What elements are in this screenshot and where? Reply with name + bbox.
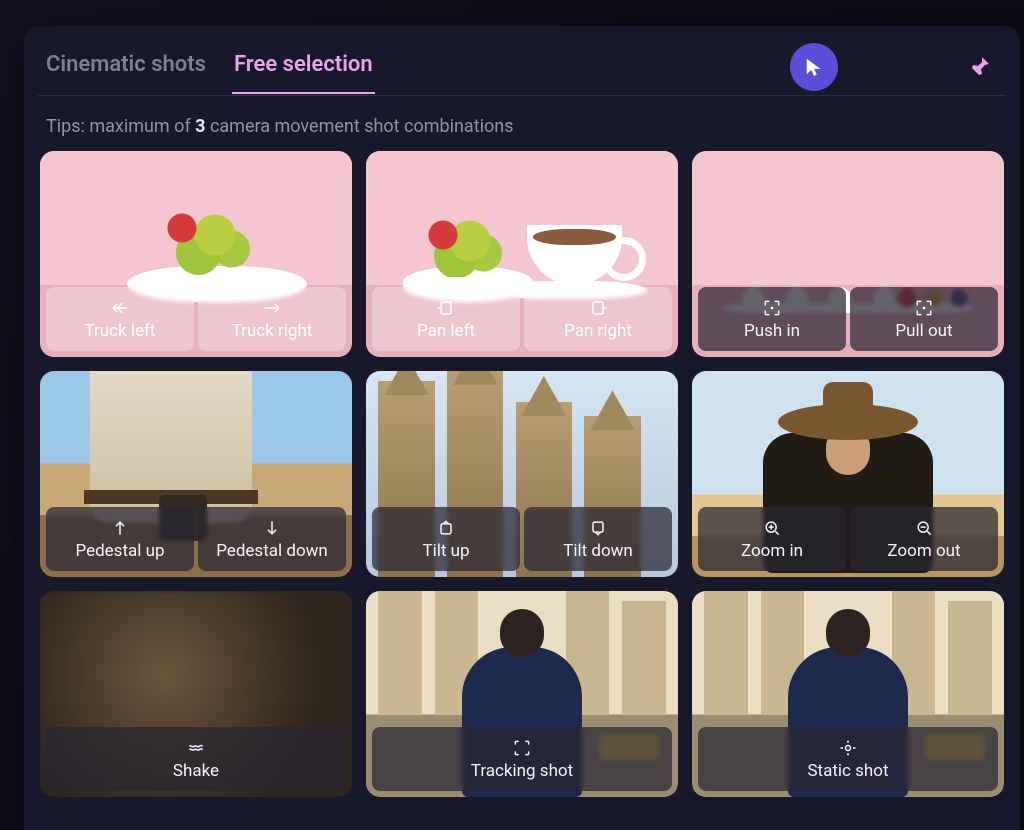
option-truck-right[interactable]: Truck right <box>198 287 346 351</box>
option-label: Truck right <box>232 321 313 341</box>
option-label: Pedestal down <box>216 541 328 561</box>
pull-out-icon <box>914 298 934 318</box>
pan-right-icon <box>588 298 608 318</box>
zoom-out-icon <box>914 518 934 538</box>
tilt-down-icon <box>588 518 608 538</box>
option-label: Truck left <box>84 321 155 341</box>
arrow-left-icon <box>110 298 130 318</box>
card-push-pull[interactable]: Push in Pull out <box>692 151 1004 357</box>
card-tilt[interactable]: Tilt up Tilt down <box>366 371 678 577</box>
option-label: Tracking shot <box>471 761 573 781</box>
card-pan[interactable]: Pan left Pan right <box>366 151 678 357</box>
tips-text: Tips: maximum of 3 camera movement shot … <box>38 96 1006 151</box>
option-overlay: Truck left Truck right <box>46 287 346 351</box>
option-zoom-in[interactable]: Zoom in <box>698 507 846 571</box>
tab-cinematic-shots[interactable]: Cinematic shots <box>44 42 208 93</box>
option-label: Push in <box>744 321 800 341</box>
arrow-right-icon <box>262 298 282 318</box>
option-tilt-down[interactable]: Tilt down <box>524 507 672 571</box>
push-in-icon <box>762 298 782 318</box>
option-overlay: Pedestal up Pedestal down <box>46 507 346 571</box>
option-label: Pan left <box>417 321 475 341</box>
option-zoom-out[interactable]: Zoom out <box>850 507 998 571</box>
tips-max-count: 3 <box>195 116 205 137</box>
option-shake[interactable]: Shake <box>46 727 346 791</box>
grid-row: Pedestal up Pedestal down Tilt up <box>40 371 1004 577</box>
card-truck[interactable]: Truck left Truck right <box>40 151 352 357</box>
grid-row: Shake Tracking shot <box>40 591 1004 797</box>
pin-button[interactable] <box>960 46 1000 86</box>
option-overlay: Tracking shot <box>372 727 672 791</box>
option-pan-right[interactable]: Pan right <box>524 287 672 351</box>
option-overlay: Tilt up Tilt down <box>372 507 672 571</box>
arrow-down-icon <box>262 518 282 538</box>
zoom-in-icon <box>762 518 782 538</box>
tips-suffix: camera movement shot combinations <box>206 116 514 137</box>
option-tilt-up[interactable]: Tilt up <box>372 507 520 571</box>
card-zoom[interactable]: Zoom in Zoom out <box>692 371 1004 577</box>
static-icon <box>838 738 858 758</box>
tracking-icon <box>512 738 532 758</box>
tab-bar: Cinematic shots Free selection <box>38 40 1006 96</box>
cursor-icon <box>803 56 825 78</box>
option-tracking-shot[interactable]: Tracking shot <box>372 727 672 791</box>
option-truck-left[interactable]: Truck left <box>46 287 194 351</box>
card-shake[interactable]: Shake <box>40 591 352 797</box>
cursor-indicator <box>790 43 838 91</box>
option-label: Tilt down <box>563 541 633 561</box>
tilt-up-icon <box>436 518 456 538</box>
option-label: Pull out <box>895 321 952 341</box>
option-overlay: Shake <box>46 727 346 791</box>
card-pedestal[interactable]: Pedestal up Pedestal down <box>40 371 352 577</box>
option-label: Pedestal up <box>75 541 164 561</box>
option-static-shot[interactable]: Static shot <box>698 727 998 791</box>
option-label: Shake <box>173 761 219 781</box>
option-pull-out[interactable]: Pull out <box>850 287 998 351</box>
option-overlay: Static shot <box>698 727 998 791</box>
card-tracking[interactable]: Tracking shot <box>366 591 678 797</box>
option-label: Zoom out <box>887 541 960 561</box>
option-label: Pan right <box>564 321 632 341</box>
option-label: Zoom in <box>741 541 803 561</box>
option-label: Tilt up <box>422 541 469 561</box>
pan-left-icon <box>436 298 456 318</box>
option-overlay: Zoom in Zoom out <box>698 507 998 571</box>
movement-grid: Truck left Truck right Pan left <box>38 151 1006 797</box>
tips-prefix: Tips: maximum of <box>46 116 195 137</box>
pin-icon <box>968 54 992 78</box>
grid-row: Truck left Truck right Pan left <box>40 151 1004 357</box>
shake-icon <box>186 738 206 758</box>
option-pedestal-up[interactable]: Pedestal up <box>46 507 194 571</box>
tab-free-selection[interactable]: Free selection <box>232 42 375 93</box>
option-overlay: Pan left Pan right <box>372 287 672 351</box>
option-overlay: Push in Pull out <box>698 287 998 351</box>
arrow-up-icon <box>110 518 130 538</box>
card-static[interactable]: Static shot <box>692 591 1004 797</box>
camera-movement-panel: Cinematic shots Free selection Tips: max… <box>24 26 1020 830</box>
option-label: Static shot <box>807 761 888 781</box>
option-pan-left[interactable]: Pan left <box>372 287 520 351</box>
option-push-in[interactable]: Push in <box>698 287 846 351</box>
option-pedestal-down[interactable]: Pedestal down <box>198 507 346 571</box>
